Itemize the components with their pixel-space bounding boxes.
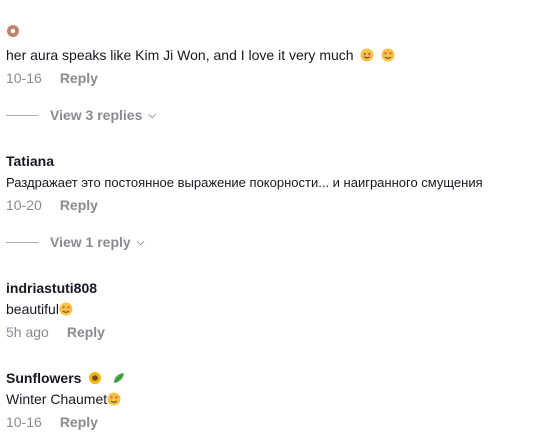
comment-meta: 10-16 Reply <box>6 69 98 87</box>
comment-date: 10-16 <box>6 414 42 430</box>
view-replies-button[interactable]: View 1 reply ⌵ <box>6 234 144 250</box>
comment-meta: 5h ago Reply <box>6 323 105 341</box>
comment-date: 10-20 <box>6 197 42 213</box>
leaf-emoji <box>112 371 126 385</box>
comment-text: her aura speaks like Kim Ji Won, and I l… <box>6 46 395 64</box>
divider <box>6 241 38 243</box>
comment-meta: 10-16 Reply <box>6 413 98 431</box>
comment-meta: 10-20 Reply <box>6 196 98 214</box>
comment-username[interactable]: indriastuti808 <box>6 279 97 297</box>
view-replies-label: View 3 replies <box>50 107 143 123</box>
chevron-down-icon: ⌵ <box>136 236 145 248</box>
comment-username-row: Sunflowers <box>6 369 126 387</box>
sunflower-emoji <box>88 371 102 385</box>
comment-username[interactable]: Sunflowers <box>6 370 81 386</box>
heart-eyes-emoji <box>59 302 73 316</box>
heart-eyes-emoji <box>107 392 121 406</box>
view-replies-button[interactable]: View 3 replies ⌵ <box>6 107 156 123</box>
reply-button[interactable]: Reply <box>67 324 105 340</box>
comment-text: beautiful <box>6 300 73 318</box>
donut-emoji <box>6 24 20 43</box>
reply-button[interactable]: Reply <box>60 197 98 213</box>
divider <box>6 114 38 116</box>
smiling-face-emoji <box>360 48 374 62</box>
comment-username[interactable]: Tatiana <box>6 152 54 170</box>
comment-date: 10-16 <box>6 70 42 86</box>
comment-text: Winter Chaumet <box>6 390 121 408</box>
comment-date: 5h ago <box>6 324 49 340</box>
reply-button[interactable]: Reply <box>60 70 98 86</box>
comment-text: Раздражает это постоянное выражение поко… <box>6 175 483 190</box>
chevron-down-icon: ⌵ <box>148 109 156 121</box>
reply-button[interactable]: Reply <box>60 414 98 430</box>
view-replies-label: View 1 reply <box>50 234 131 250</box>
heart-eyes-emoji <box>381 48 395 62</box>
